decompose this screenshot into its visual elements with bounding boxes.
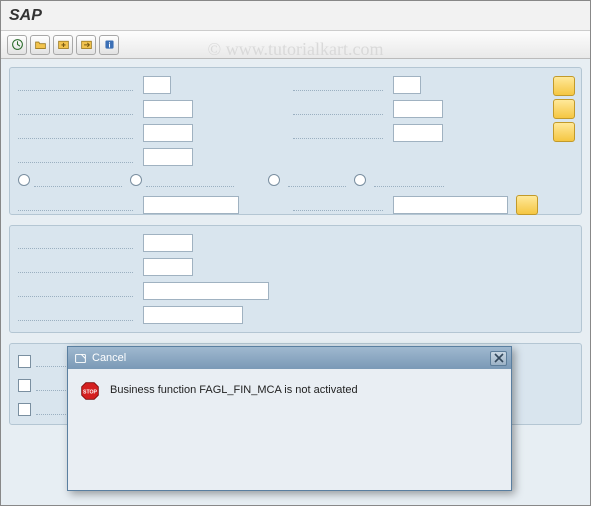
input-field[interactable]	[143, 196, 239, 214]
field-label	[293, 103, 383, 115]
dialog-body: STOP Business function FAGL_FIN_MCA is n…	[68, 369, 511, 413]
checkbox-1[interactable]	[18, 355, 31, 368]
svg-text:STOP: STOP	[83, 390, 98, 396]
checkbox-3[interactable]	[18, 403, 31, 416]
app-title: SAP	[9, 7, 42, 25]
folder-plus-icon	[57, 38, 70, 51]
folder-arrow-icon	[80, 38, 93, 51]
close-icon	[494, 353, 504, 363]
dialog-close-button[interactable]	[490, 351, 507, 366]
option-radio-3[interactable]	[268, 174, 280, 186]
option-radio-4[interactable]	[354, 174, 366, 186]
input-field[interactable]	[393, 196, 508, 214]
delete-variant-button[interactable]	[76, 35, 96, 55]
field-label	[288, 175, 346, 187]
input-field[interactable]	[393, 76, 421, 94]
multi-select-button-3[interactable]	[553, 122, 575, 142]
dialog-titlebar: Cancel	[68, 347, 511, 369]
execute-button[interactable]	[7, 35, 27, 55]
multi-select-buttons	[553, 76, 575, 142]
field-label	[34, 175, 122, 187]
cancel-dialog: Cancel STOP Business function FAGL_FIN_M…	[67, 346, 512, 491]
input-field[interactable]	[143, 306, 243, 324]
field-label	[18, 261, 133, 273]
field-label	[374, 175, 444, 187]
input-field[interactable]	[393, 124, 443, 142]
stop-icon: STOP	[80, 381, 100, 401]
get-variant-button[interactable]	[30, 35, 50, 55]
multi-select-button-last[interactable]	[516, 195, 538, 215]
field-label	[293, 127, 383, 139]
input-field[interactable]	[143, 76, 171, 94]
svg-text:i: i	[108, 40, 110, 49]
field-label	[18, 127, 133, 139]
info-icon: i	[103, 38, 116, 51]
input-field[interactable]	[393, 100, 443, 118]
input-field[interactable]	[143, 234, 193, 252]
selection-panel-2	[9, 225, 582, 333]
folder-open-icon	[34, 38, 47, 51]
toolbar: i	[1, 31, 590, 59]
input-field[interactable]	[143, 100, 193, 118]
multi-select-button-2[interactable]	[553, 99, 575, 119]
field-label	[18, 79, 133, 91]
info-button[interactable]: i	[99, 35, 119, 55]
dialog-message: Business function FAGL_FIN_MCA is not ac…	[110, 381, 358, 396]
field-label	[18, 285, 133, 297]
field-label	[18, 309, 133, 321]
dialog-title-icon	[74, 352, 87, 365]
input-field[interactable]	[143, 258, 193, 276]
checkbox-2[interactable]	[18, 379, 31, 392]
input-field[interactable]	[143, 148, 193, 166]
field-label	[18, 103, 133, 115]
field-label	[146, 175, 234, 187]
field-label	[18, 199, 133, 211]
option-radio-2[interactable]	[130, 174, 142, 186]
field-label	[18, 151, 133, 163]
field-label	[293, 199, 383, 211]
clock-execute-icon	[11, 38, 24, 51]
field-label	[18, 237, 133, 249]
title-bar: SAP	[1, 1, 590, 31]
selection-panel-1	[9, 67, 582, 215]
input-field[interactable]	[143, 282, 269, 300]
input-field[interactable]	[143, 124, 193, 142]
option-radio-1[interactable]	[18, 174, 30, 186]
multi-select-button-1[interactable]	[553, 76, 575, 96]
save-variant-button[interactable]	[53, 35, 73, 55]
dialog-title-text: Cancel	[92, 352, 126, 364]
field-label	[293, 79, 383, 91]
